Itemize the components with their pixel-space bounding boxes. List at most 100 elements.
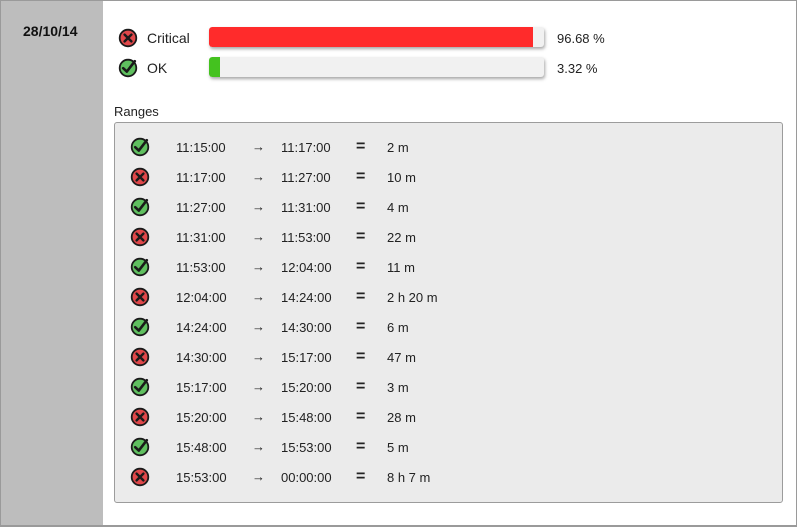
range-start-time: 11:53:00 [176, 260, 226, 275]
arrow-right-icon: → [252, 469, 265, 484]
range-row: 11:31:00 → 11:53:00 = 22 m [115, 222, 782, 252]
range-duration: 11 m [387, 260, 415, 275]
range-row: 15:20:00 → 15:48:00 = 28 m [115, 402, 782, 432]
ok-check-icon [130, 197, 150, 217]
range-end-time: 11:53:00 [281, 230, 331, 245]
range-start-time: 11:27:00 [176, 200, 226, 215]
equals-sign: = [356, 438, 366, 455]
range-duration: 6 m [387, 320, 409, 335]
critical-x-icon [130, 167, 150, 187]
critical-percent: 96.68 % [557, 31, 605, 46]
arrow-right-icon: → [252, 199, 265, 214]
critical-x-icon [118, 28, 138, 48]
equals-sign: = [356, 348, 366, 365]
ok-check-icon [130, 137, 150, 157]
range-end-time: 14:24:00 [281, 290, 332, 305]
range-duration: 5 m [387, 440, 409, 455]
ok-check-icon [130, 377, 150, 397]
range-start-time: 11:31:00 [176, 230, 226, 245]
range-duration: 2 h 20 m [387, 290, 438, 305]
range-start-time: 15:20:00 [176, 410, 227, 425]
range-start-time: 11:17:00 [176, 170, 226, 185]
critical-x-icon [130, 467, 150, 487]
critical-x-icon [130, 407, 150, 427]
range-end-time: 11:17:00 [281, 140, 331, 155]
status-row-ok: OK [118, 57, 167, 79]
range-end-time: 14:30:00 [281, 320, 332, 335]
equals-sign: = [356, 198, 366, 215]
ok-check-icon [130, 317, 150, 337]
range-end-time: 15:20:00 [281, 380, 332, 395]
range-row: 11:17:00 → 11:27:00 = 10 m [115, 162, 782, 192]
ok-progress-bar [209, 57, 544, 77]
equals-sign: = [356, 138, 366, 155]
range-duration: 3 m [387, 380, 409, 395]
range-row: 14:24:00 → 14:30:00 = 6 m [115, 312, 782, 342]
range-row: 15:17:00 → 15:20:00 = 3 m [115, 372, 782, 402]
range-end-time: 15:17:00 [281, 350, 332, 365]
critical-x-icon [130, 347, 150, 367]
range-start-time: 15:48:00 [176, 440, 227, 455]
ok-percent: 3.32 % [557, 61, 598, 76]
ranges-title: Ranges [114, 104, 159, 119]
range-row: 11:27:00 → 11:31:00 = 4 m [115, 192, 782, 222]
range-row: 11:15:00 → 11:17:00 = 2 m [115, 132, 782, 162]
arrow-right-icon: → [252, 169, 265, 184]
equals-sign: = [356, 378, 366, 395]
arrow-right-icon: → [252, 409, 265, 424]
range-end-time: 11:31:00 [281, 200, 331, 215]
equals-sign: = [356, 468, 366, 485]
range-duration: 47 m [387, 350, 416, 365]
equals-sign: = [356, 408, 366, 425]
range-duration: 22 m [387, 230, 416, 245]
ok-check-icon [118, 58, 138, 78]
range-start-time: 14:30:00 [176, 350, 227, 365]
ok-check-icon [130, 437, 150, 457]
range-end-time: 12:04:00 [281, 260, 332, 275]
range-duration: 2 m [387, 140, 409, 155]
status-label: Critical [147, 30, 190, 46]
range-row: 11:53:00 → 12:04:00 = 11 m [115, 252, 782, 282]
date-label: 28/10/14 [23, 23, 78, 39]
range-start-time: 15:17:00 [176, 380, 227, 395]
equals-sign: = [356, 228, 366, 245]
range-end-time: 00:00:00 [281, 470, 332, 485]
arrow-right-icon: → [252, 289, 265, 304]
range-row: 15:48:00 → 15:53:00 = 5 m [115, 432, 782, 462]
critical-progress-bar [209, 27, 544, 47]
range-start-time: 12:04:00 [176, 290, 227, 305]
range-end-time: 15:48:00 [281, 410, 332, 425]
ranges-list: 11:15:00 → 11:17:00 = 2 m 11:17:00 → 11:27:00 = 1… [114, 122, 783, 503]
ok-check-icon [130, 257, 150, 277]
critical-x-icon [130, 227, 150, 247]
critical-progress-fill [209, 27, 533, 47]
arrow-right-icon: → [252, 439, 265, 454]
range-duration: 8 h 7 m [387, 470, 431, 485]
range-row: 15:53:00 → 00:00:00 = 8 h 7 m [115, 462, 782, 492]
date-column: 28/10/14 [1, 1, 103, 525]
range-duration: 28 m [387, 410, 416, 425]
arrow-right-icon: → [252, 319, 265, 334]
equals-sign: = [356, 288, 366, 305]
status-history-panel: 28/10/14 Critical 96.68 % OK 3.32 % Rang… [0, 0, 797, 527]
status-label: OK [147, 60, 168, 76]
range-start-time: 11:15:00 [176, 140, 226, 155]
critical-x-icon [130, 287, 150, 307]
arrow-right-icon: → [252, 379, 265, 394]
arrow-right-icon: → [252, 139, 265, 154]
arrow-right-icon: → [252, 259, 265, 274]
equals-sign: = [356, 168, 366, 185]
equals-sign: = [356, 318, 366, 335]
arrow-right-icon: → [252, 229, 265, 244]
equals-sign: = [356, 258, 366, 275]
range-end-time: 11:27:00 [281, 170, 331, 185]
range-end-time: 15:53:00 [281, 440, 332, 455]
ok-progress-fill [209, 57, 221, 77]
range-start-time: 15:53:00 [176, 470, 227, 485]
range-duration: 10 m [387, 170, 416, 185]
range-row: 12:04:00 → 14:24:00 = 2 h 20 m [115, 282, 782, 312]
range-duration: 4 m [387, 200, 409, 215]
status-row-critical: Critical [118, 27, 190, 49]
range-start-time: 14:24:00 [176, 320, 227, 335]
range-row: 14:30:00 → 15:17:00 = 47 m [115, 342, 782, 372]
